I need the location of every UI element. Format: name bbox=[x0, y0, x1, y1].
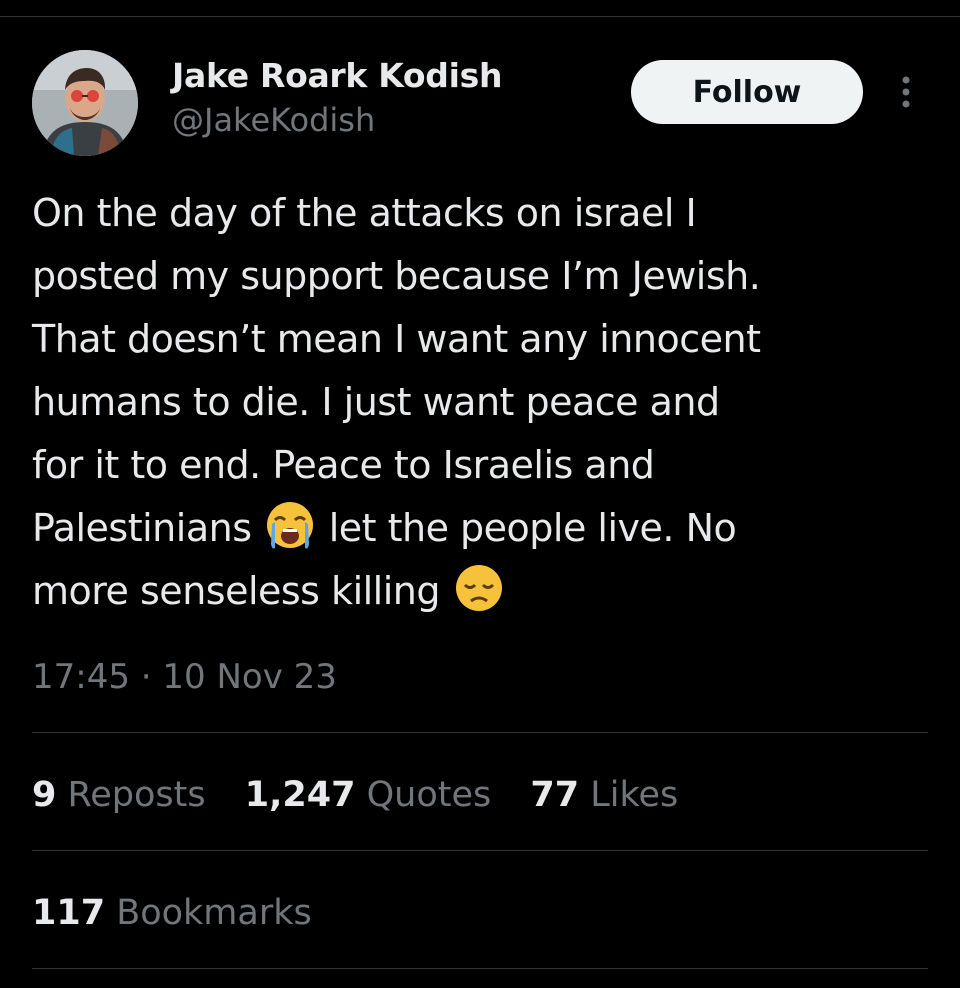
top-divider bbox=[0, 16, 960, 17]
bookmarks-count: 117 bbox=[32, 893, 106, 933]
tweet-text-line: On the day of the attacks on israel I bbox=[32, 191, 697, 235]
tweet-text-line: humans to die. I just want peace and bbox=[32, 380, 720, 424]
tweet-text-fragment: Palestinians bbox=[32, 506, 252, 550]
tweet-text: On the day of the attacks on israel I po… bbox=[32, 182, 932, 623]
reposts-stat[interactable]: 9 Reposts bbox=[32, 772, 206, 818]
reposts-count: 9 bbox=[32, 775, 57, 815]
tweet-text-line: That doesn’t mean I want any innocent bbox=[32, 317, 761, 361]
tweet-timestamp[interactable]: 17:45 · 10 Nov 23 bbox=[32, 655, 337, 699]
tweet-text-line: more senseless killing bbox=[32, 560, 932, 623]
quotes-count: 1,247 bbox=[244, 775, 356, 815]
divider bbox=[32, 732, 928, 733]
tweet-stats: 9 Reposts 1,247 Quotes 77 Likes bbox=[32, 772, 706, 818]
quotes-label: Quotes bbox=[366, 775, 492, 815]
divider bbox=[32, 850, 928, 851]
bookmarks-label: Bookmarks bbox=[116, 893, 312, 933]
more-vertical-icon[interactable] bbox=[892, 74, 920, 114]
user-avatar-icon bbox=[32, 50, 138, 156]
divider bbox=[32, 968, 928, 969]
tweet-header: Jake Roark Kodish @JakeKodish Follow bbox=[32, 50, 928, 158]
avatar[interactable] bbox=[32, 50, 138, 156]
tweet-text-line: posted my support because I’m Jewish. bbox=[32, 254, 761, 298]
display-name[interactable]: Jake Roark Kodish bbox=[172, 54, 502, 98]
disappointed-face-icon bbox=[455, 565, 502, 611]
likes-stat[interactable]: 77 Likes bbox=[530, 772, 678, 818]
likes-count: 77 bbox=[530, 775, 580, 815]
tweet-text-fragment: let the people live. No bbox=[328, 506, 737, 550]
user-handle[interactable]: @JakeKodish bbox=[172, 98, 502, 142]
quotes-stat[interactable]: 1,247 Quotes bbox=[245, 772, 492, 818]
likes-label: Likes bbox=[590, 775, 679, 815]
tweet-text-fragment: more senseless killing bbox=[32, 569, 441, 613]
reposts-label: Reposts bbox=[67, 775, 206, 815]
tweet-text-line: Palestinians let the people live. No bbox=[32, 497, 932, 560]
tweet-text-line: for it to end. Peace to Israelis and bbox=[32, 443, 655, 487]
author-names: Jake Roark Kodish @JakeKodish bbox=[172, 54, 502, 142]
bookmarks-stat[interactable]: 117 Bookmarks bbox=[32, 890, 340, 936]
loudly-crying-face-icon bbox=[267, 502, 314, 549]
follow-button[interactable]: Follow bbox=[631, 60, 863, 124]
